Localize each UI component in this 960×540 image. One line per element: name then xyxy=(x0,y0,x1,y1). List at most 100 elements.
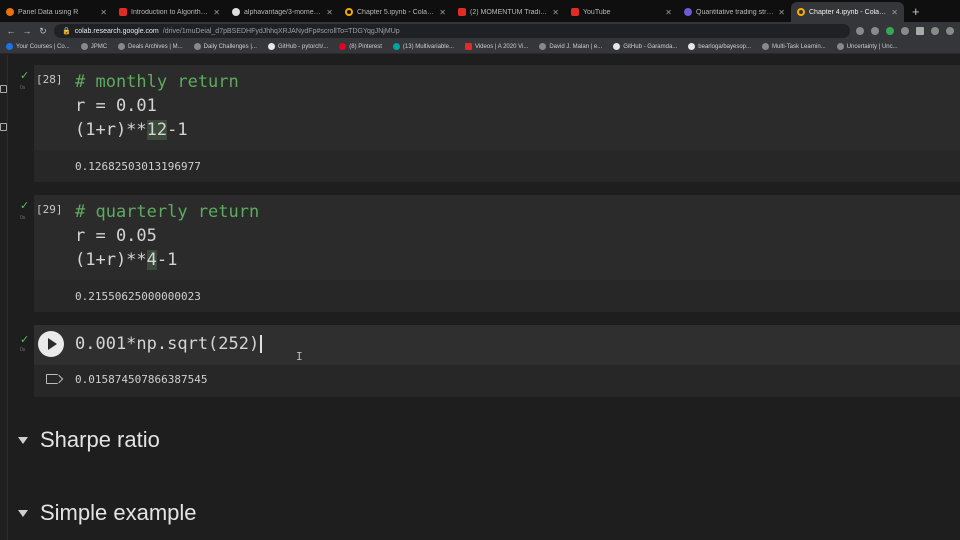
reload-icon[interactable]: ↻ xyxy=(38,26,48,37)
purple-circle-icon xyxy=(684,8,692,16)
youtube-icon xyxy=(571,8,579,16)
section-title: Sharpe ratio xyxy=(40,427,160,452)
collapse-caret-icon[interactable] xyxy=(18,436,28,444)
site-icon xyxy=(762,43,770,50)
close-icon[interactable]: ✕ xyxy=(326,8,333,17)
tab-momentum[interactable]: (2) MOMENTUM Trading St ✕ xyxy=(452,2,565,22)
x-icon xyxy=(836,43,844,50)
close-icon[interactable]: ✕ xyxy=(100,8,107,17)
close-icon[interactable]: ✕ xyxy=(891,8,898,17)
puzzle-icon[interactable] xyxy=(901,27,909,35)
bookmark-item[interactable]: Your Courses | Co... xyxy=(6,43,70,50)
bookmark-star-icon[interactable] xyxy=(871,27,879,35)
cell-output: 0.21550625000000023 xyxy=(34,280,960,312)
bookmark-item[interactable]: Deals Archives | M... xyxy=(118,43,183,50)
code-line: # monthly return xyxy=(75,72,239,92)
bookmark-item[interactable]: David J. Malan | e... xyxy=(539,43,602,50)
extension-icon[interactable] xyxy=(886,27,894,35)
forward-icon[interactable]: → xyxy=(22,26,32,36)
code-line: (1+r)**12-1 xyxy=(75,120,188,140)
code-editor[interactable]: [29] ✓ 0s # quarterly return r = 0.05 (1… xyxy=(20,195,960,280)
tab-chapter4[interactable]: Chapter 4.ipynb - Colabora ✕ xyxy=(791,2,904,22)
site-icon xyxy=(539,43,547,50)
section-title: Simple example xyxy=(40,500,197,525)
youtube-icon xyxy=(119,8,127,16)
run-duration: 0s xyxy=(20,347,26,353)
code-cell-29[interactable]: [29] ✓ 0s # quarterly return r = 0.05 (1… xyxy=(20,195,960,312)
github-icon xyxy=(688,43,696,50)
code-line: r = 0.01 xyxy=(75,96,157,116)
cell-output: 0.12682503013196977 xyxy=(34,150,960,182)
play-icon xyxy=(48,338,57,350)
share-icon[interactable] xyxy=(856,27,864,35)
run-duration: 0s xyxy=(20,215,26,221)
check-icon: ✓ xyxy=(20,200,30,212)
tab-quant-trading[interactable]: Quantitative trading strateg ✕ xyxy=(678,2,791,22)
profile-avatar[interactable] xyxy=(931,27,939,35)
close-icon[interactable]: ✕ xyxy=(778,8,785,17)
tab-chapter5[interactable]: Chapter 5.ipynb - Colabora ✕ xyxy=(339,2,452,22)
tab-panel-data[interactable]: Panel Data using R ✕ xyxy=(0,2,113,22)
bookmark-item[interactable]: Daily Challenges |... xyxy=(193,43,257,50)
bookmark-item[interactable]: GitHub - pytorch/... xyxy=(267,43,328,50)
folder-icon xyxy=(80,43,88,50)
text-cursor xyxy=(260,335,263,353)
colab-icon xyxy=(797,8,805,16)
bookmark-item[interactable]: (13) Multivariable... xyxy=(392,43,454,50)
code-editor[interactable]: ✓ 0s 0.001*np.sqrt(252) xyxy=(20,325,960,365)
active-code-cell[interactable]: ✓ 0s 0.001*np.sqrt(252) 0.01587450786638… xyxy=(20,325,960,397)
clear-output-icon[interactable] xyxy=(46,374,58,384)
colab-icon xyxy=(345,8,353,16)
bookmark-item[interactable]: bearloga/bayesop... xyxy=(688,43,751,50)
close-icon[interactable]: ✕ xyxy=(552,8,559,17)
check-icon: ✓ xyxy=(20,70,30,82)
browser-window: Panel Data using R ✕ Introduction to Algo… xyxy=(0,0,960,540)
github-icon xyxy=(232,8,240,16)
new-tab-button[interactable]: + xyxy=(904,2,928,22)
close-icon[interactable]: ✕ xyxy=(213,8,220,17)
bookmark-item[interactable]: Uncertainty | Unc... xyxy=(836,43,898,50)
tab-strip: Panel Data using R ✕ Introduction to Algo… xyxy=(0,0,960,22)
code-line[interactable]: 0.001*np.sqrt(252) xyxy=(75,334,263,354)
output-text: 0.015874507866387545 xyxy=(75,373,208,386)
back-icon[interactable]: ← xyxy=(6,26,16,36)
code-editor[interactable]: [28] ✓ 0s # monthly return r = 0.01 (1+r… xyxy=(20,65,960,150)
bookmarks-bar: Your Courses | Co... JPMC Deals Archives… xyxy=(0,40,960,54)
lock-icon: 🔒 xyxy=(62,28,71,35)
run-cell-button[interactable] xyxy=(38,331,64,357)
bookmark-item[interactable]: Videos | A 2020 Vi... xyxy=(464,43,528,50)
address-bar[interactable]: 🔒 colab.research.google.com/drive/1muDei… xyxy=(54,24,850,38)
site-icon xyxy=(392,43,400,50)
collapse-caret-icon[interactable] xyxy=(18,509,28,517)
tab-intro-algorithmic[interactable]: Introduction to Algorithmic ✕ xyxy=(113,2,226,22)
files-icon[interactable] xyxy=(0,123,7,131)
close-icon[interactable]: ✕ xyxy=(665,8,672,17)
tab-alphavantage[interactable]: alphavantage/3-momentum ✕ xyxy=(226,2,339,22)
notebook-area[interactable]: [28] ✓ 0s # monthly return r = 0.01 (1+r… xyxy=(0,55,960,540)
mouse-ibeam-cursor: I xyxy=(296,350,303,363)
menu-icon[interactable] xyxy=(946,27,954,35)
check-icon: ✓ xyxy=(20,334,30,346)
tab-youtube[interactable]: YouTube ✕ xyxy=(565,2,678,22)
coursera-icon xyxy=(6,43,13,50)
bookmark-item[interactable]: JPMC xyxy=(80,43,107,50)
close-icon[interactable]: ✕ xyxy=(439,8,446,17)
youtube-icon xyxy=(458,8,466,16)
section-header-sharpe[interactable]: Sharpe ratio xyxy=(18,427,160,453)
output-text: 0.21550625000000023 xyxy=(75,290,201,303)
bookmark-item[interactable]: GitHub - Garamda... xyxy=(613,43,677,50)
run-duration: 0s xyxy=(20,85,26,91)
bookmark-item[interactable]: Multi-Task Learnin... xyxy=(762,43,826,50)
folder-icon xyxy=(193,43,201,50)
output-text: 0.12682503013196977 xyxy=(75,160,201,173)
sidepanel-icon[interactable] xyxy=(916,27,924,35)
toolbar-icons xyxy=(856,27,954,35)
execution-count: [29] xyxy=(36,203,63,216)
code-cell-28[interactable]: [28] ✓ 0s # monthly return r = 0.01 (1+r… xyxy=(20,65,960,182)
video-icon xyxy=(464,43,472,50)
bookmark-item[interactable]: (8) Pinterest xyxy=(339,43,382,50)
section-header-simple[interactable]: Simple example xyxy=(18,500,197,526)
toc-icon[interactable] xyxy=(0,85,7,93)
code-line: r = 0.05 xyxy=(75,226,157,246)
github-icon xyxy=(267,43,275,50)
